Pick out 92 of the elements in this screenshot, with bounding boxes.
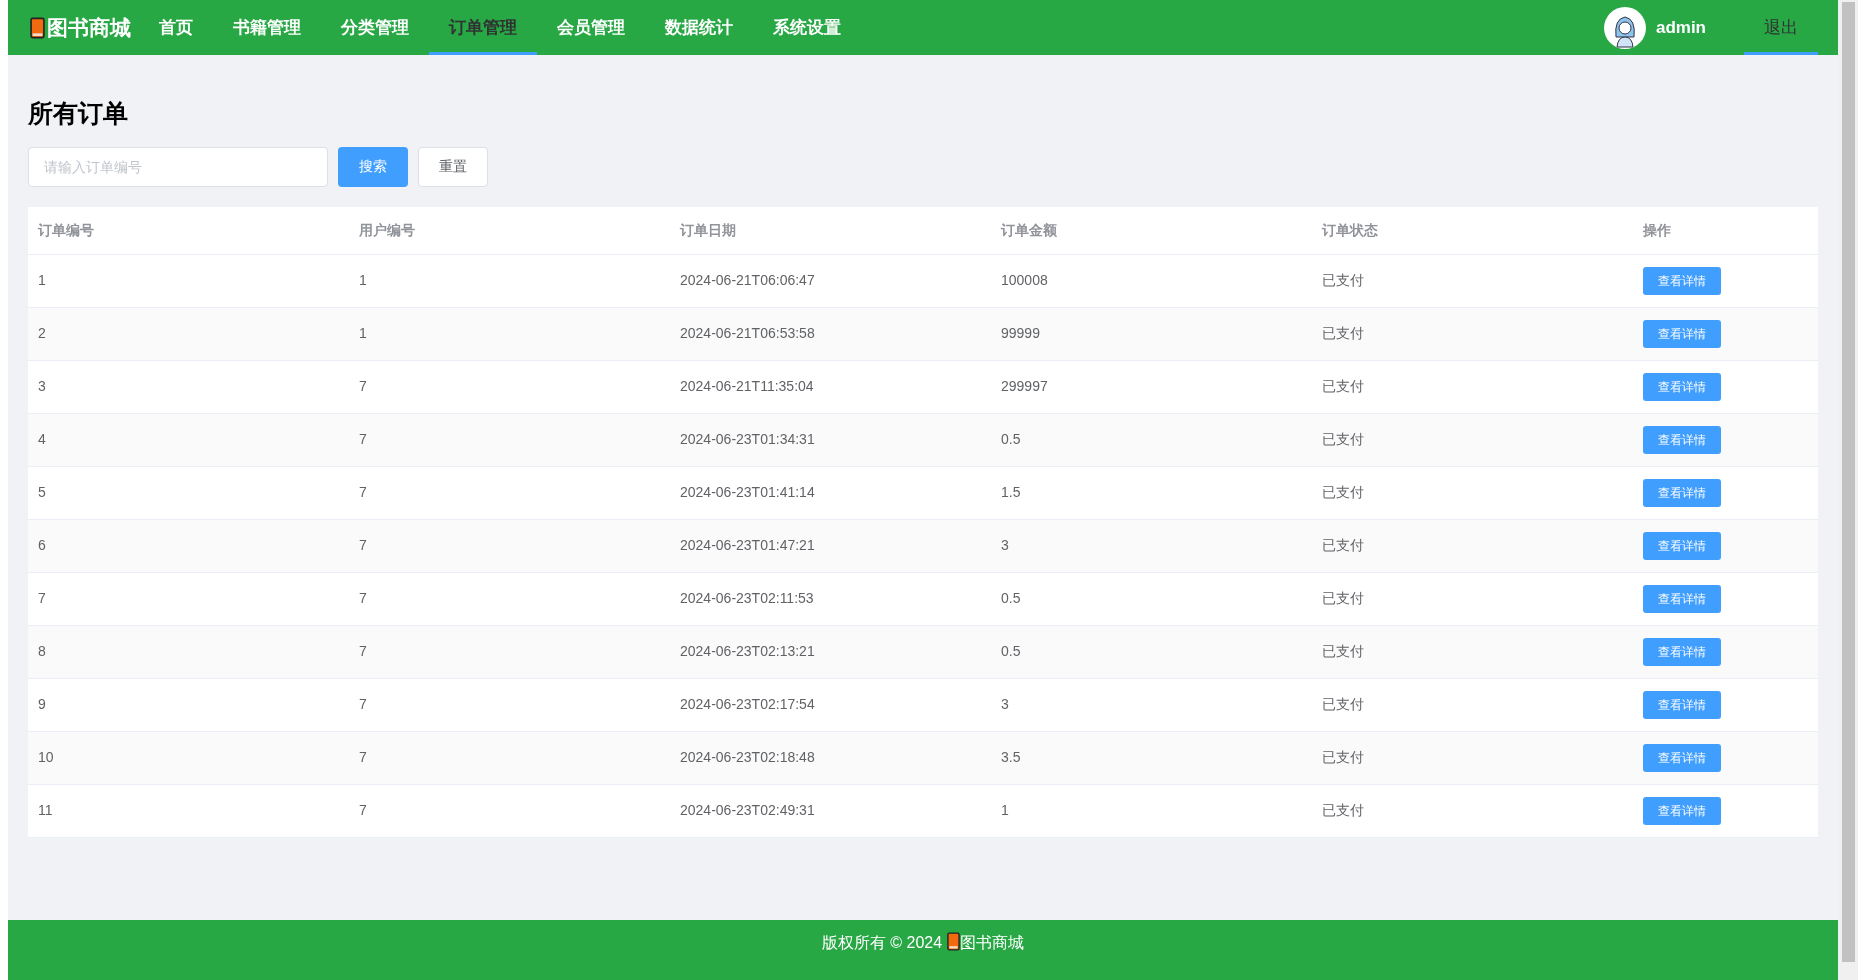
table-cell-text: 2024-06-21T11:35:04 [679,377,815,396]
table-cell-text: 已支付 [1321,271,1365,290]
table-cell-text: 已支付 [1321,483,1365,502]
column-header: 操作 [1642,220,1672,240]
table-cell-text: 2024-06-23T02:18:48 [679,748,816,767]
nav-tab[interactable]: 订单管理 [429,0,537,55]
table-cell-text: 3 [1000,695,1010,714]
table-cell-text: 0.5 [1000,589,1022,608]
nav-tab[interactable]: 会员管理 [537,0,645,55]
logout-link[interactable]: 退出 [1744,0,1818,55]
book-icon [30,16,45,39]
view-details-button[interactable]: 查看详情 [1643,372,1721,401]
table-cell-text: 2024-06-23T01:47:21 [679,536,816,555]
view-details-button[interactable]: 查看详情 [1643,319,1721,348]
table-cell-text: 3 [37,377,47,396]
table-cell-text: 7 [358,801,368,820]
table-cell-text: 7 [358,589,368,608]
view-details-button[interactable]: 查看详情 [1643,637,1721,666]
table-cell-text: 2024-06-23T02:49:31 [679,801,816,820]
column-header: 订单日期 [678,220,737,240]
table-cell-text: 7 [358,695,368,714]
table-cell-text: 7 [358,377,368,396]
view-details-button[interactable]: 查看详情 [1643,478,1721,507]
view-details-button[interactable]: 查看详情 [1643,690,1721,719]
view-details-button[interactable]: 查看详情 [1643,531,1721,560]
table-cell-text: 99999 [1000,324,1041,343]
table-cell-text: 7 [358,536,368,555]
table-cell-text: 0.5 [1000,642,1022,661]
book-icon [947,932,961,951]
table-cell-text: 9 [37,695,47,714]
column-header: 订单编号 [36,220,95,240]
column-header: 订单金额 [999,220,1058,240]
user-name: admin [1655,16,1706,39]
table-cell-text: 7 [358,748,368,767]
table-cell-text: 1 [1000,801,1010,820]
view-details-button[interactable]: 查看详情 [1643,584,1721,613]
page-title: 所有订单 [28,98,129,129]
nav-tab[interactable]: 数据统计 [645,0,753,55]
table-cell-text: 11 [37,801,54,820]
table-cell-text: 已支付 [1321,642,1365,661]
table-cell-text: 2024-06-23T01:34:31 [679,430,816,449]
table-cell-text: 已支付 [1321,377,1365,396]
brand-name: 图书商城 [47,14,131,41]
table-cell-text: 1.5 [1000,483,1022,502]
table-cell-text: 已支付 [1321,748,1365,767]
nav-tab[interactable]: 书籍管理 [213,0,321,55]
view-details-button[interactable]: 查看详情 [1643,266,1721,295]
table-cell-text: 0.5 [1000,430,1022,449]
table-cell-text: 2024-06-23T02:17:54 [679,695,816,714]
column-header: 订单状态 [1320,220,1379,240]
table-cell-text: 100008 [1000,271,1049,290]
nav-tab[interactable]: 首页 [139,0,213,55]
nav-tab[interactable]: 分类管理 [321,0,429,55]
scrollbar[interactable] [1838,0,1858,980]
table-cell-text: 2024-06-21T06:06:47 [679,271,816,290]
table-cell-text: 10 [37,748,55,767]
view-details-button[interactable]: 查看详情 [1643,743,1721,772]
table-cell-text: 5 [37,483,47,502]
table-cell-text: 6 [37,536,47,555]
table-cell-text: 3.5 [1000,748,1022,767]
table-cell-text: 2 [37,324,47,343]
table-cell-text: 已支付 [1321,430,1365,449]
footer-brand: 图书商城 [960,933,1025,953]
table-cell-text: 1 [358,324,368,343]
table-cell-text: 已支付 [1321,589,1365,608]
reset-button[interactable]: 重置 [418,146,488,187]
table-cell-text: 3 [1000,536,1010,555]
table-cell-text: 7 [358,642,368,661]
order-number-field[interactable]: 请输入订单编号 [28,146,328,187]
table-cell-text: 2024-06-23T02:11:53 [679,589,815,608]
table-cell-text: 4 [37,430,47,449]
table-cell-text: 1 [37,271,47,290]
table-cell-text: 2024-06-21T06:53:58 [679,324,816,343]
table-cell-text: 2024-06-23T02:13:21 [679,642,816,661]
table-cell-text: 8 [37,642,47,661]
copyright-text: 版权所有 © 2024 [821,933,943,953]
nav-tab[interactable]: 系统设置 [753,0,861,55]
column-header: 用户编号 [358,220,416,240]
table-cell-text: 1 [358,271,368,290]
avatar-icon [1603,6,1646,49]
search-button[interactable]: 搜索 [338,146,408,187]
table-cell-text: 已支付 [1321,695,1365,714]
view-details-button[interactable]: 查看详情 [1643,796,1721,825]
table-cell-text: 已支付 [1321,536,1365,555]
table-cell-text: 299997 [1000,377,1049,396]
table-cell-text: 已支付 [1321,801,1365,820]
table-cell-text: 7 [37,589,47,608]
table-cell-text: 7 [358,430,368,449]
table-cell-text: 已支付 [1321,324,1365,343]
table-cell-text: 7 [358,483,368,502]
table-cell-text: 2024-06-23T01:41:14 [679,483,816,502]
view-details-button[interactable]: 查看详情 [1643,425,1721,454]
